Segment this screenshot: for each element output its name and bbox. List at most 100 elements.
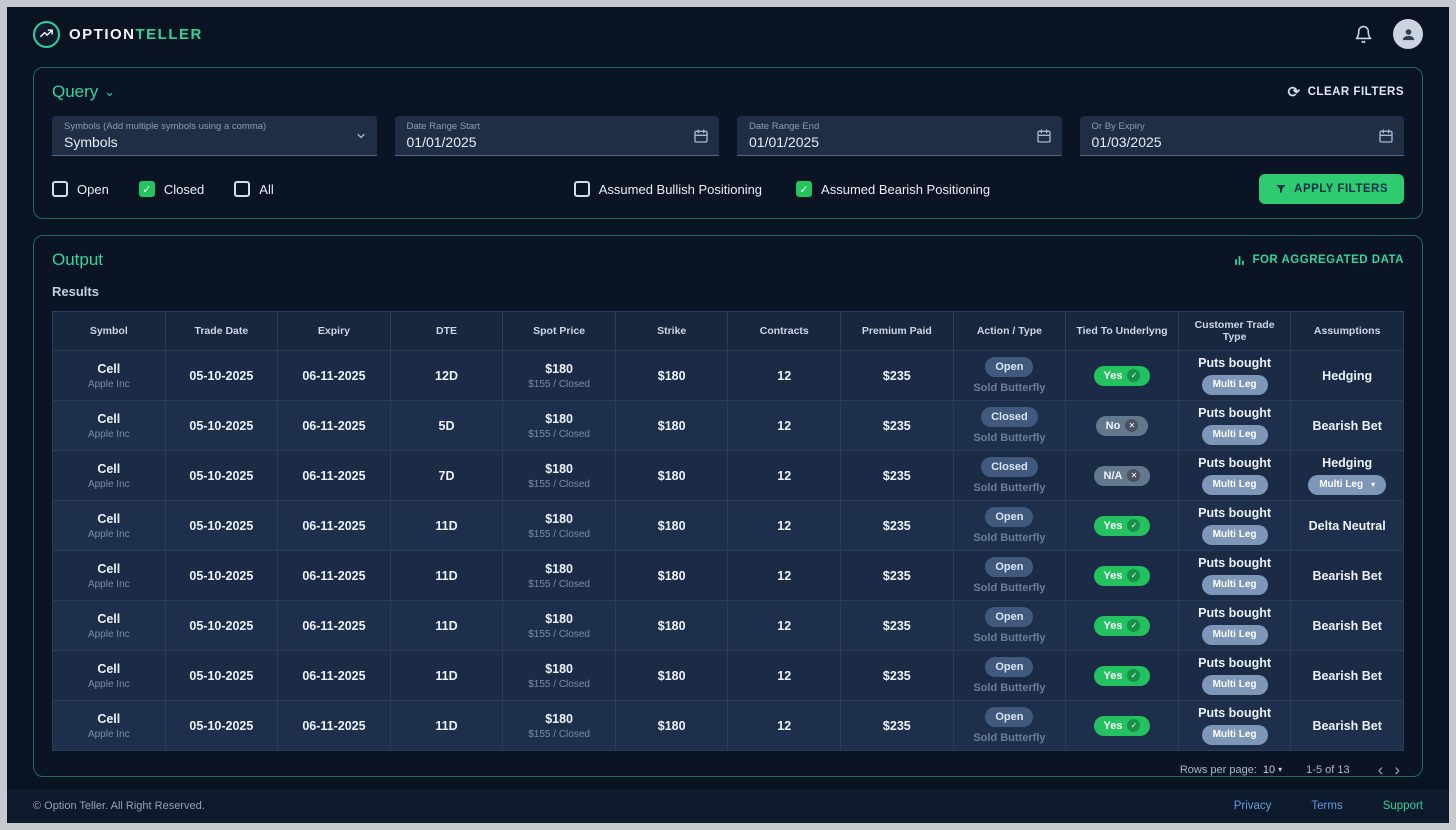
check-icon: ✓ [1127,369,1141,382]
calendar-icon[interactable] [1036,128,1052,144]
date-range-end-value: 01/01/2025 [749,134,820,150]
checkbox-all[interactable]: All [234,181,274,197]
action-status-badge: Open [985,707,1034,727]
privacy-link[interactable]: Privacy [1234,800,1272,812]
user-avatar[interactable] [1393,19,1423,49]
spot-price: $180 [545,611,573,626]
symbols-value: Symbols [64,134,118,150]
pagination: Rows per page: 10 ▾ 1-5 of 13 ‹ › [52,751,1404,778]
checkbox-icon [573,181,590,197]
col-contracts: Contracts [727,311,842,351]
spot-price: $180 [545,511,573,526]
app-window: OPTIONTELLER Query ⌄ ⟳ CLEAR FILTERS Sym… [7,7,1449,823]
contracts: 12 [777,568,792,583]
apply-filters-button[interactable]: APPLY FILTERS [1259,174,1404,204]
spot-price: $180 [545,561,573,576]
customer-trade-type: Puts bought [1198,456,1272,470]
assumption: Delta Neutral [1308,518,1386,533]
trade-date: 05-10-2025 [189,568,254,583]
symbols-select[interactable]: Symbols (Add multiple symbols using a co… [52,116,377,156]
company-name: Apple Inc [87,428,130,440]
spot-price-sub: $155 / Closed [528,578,590,590]
copyright-text: © Option Teller. All Right Reserved. [33,800,205,812]
date-range-end-field[interactable]: Date Range End 01/01/2025 [737,116,1062,156]
col-customer-trade-type: Customer Trade Type [1177,311,1292,351]
strike: $180 [657,568,686,583]
results-label: Results [52,284,99,299]
multi-leg-badge: Multi Leg [1201,475,1268,495]
action-sub: Sold Butterfly [973,582,1046,594]
dte: 11D [435,618,458,633]
col-expiry: Expiry [277,311,391,351]
col-tied-to-underlying: Tied To Underlyng [1065,311,1179,351]
tied-to-underlying-badge: Yes ✓ [1093,565,1151,586]
or-by-expiry-field[interactable]: Or By Expiry 01/03/2025 [1079,116,1404,156]
spot-price-sub: $155 / Closed [528,628,590,640]
company-name: Apple Inc [87,628,130,640]
customer-trade-type: Puts bought [1198,706,1272,720]
check-icon: ✓ [1127,519,1141,532]
footer: © Option Teller. All Right Reserved. Pri… [7,789,1449,823]
strike: $180 [657,618,686,633]
calendar-icon[interactable] [1378,128,1394,144]
action-sub: Sold Butterfly [973,632,1046,644]
calendar-icon[interactable] [693,128,709,144]
date-range-end-label: Date Range End [749,121,820,132]
spot-price: $180 [545,461,573,476]
col-symbol: Symbol [52,311,166,351]
expiry: 06-11-2025 [302,568,366,583]
checkbox-label: Assumed Bullish Positioning [598,181,763,197]
expiry: 06-11-2025 [302,668,366,683]
aggregated-data-link[interactable]: FOR AGGREGATED DATA [1233,254,1404,267]
date-range-start-field[interactable]: Date Range Start 01/01/2025 [394,116,719,156]
tied-to-underlying-badge: N/A ✕ [1093,465,1151,486]
aggregated-data-icon [1235,255,1245,265]
symbols-label: Symbols (Add multiple symbols using a co… [64,121,267,132]
trade-date: 05-10-2025 [189,718,254,733]
query-title[interactable]: Query ⌄ [52,82,115,102]
or-by-expiry-label: Or By Expiry [1091,121,1145,132]
query-fields: Symbols (Add multiple symbols using a co… [52,116,1404,156]
assumption-multi-leg-select[interactable]: Multi Leg ▾ [1308,475,1387,495]
check-icon: ✓ [1127,569,1141,582]
chevron-down-icon [355,130,367,142]
contracts: 12 [777,618,792,633]
premium-paid: $235 [882,668,911,683]
symbol: Cell [97,611,121,626]
terms-link[interactable]: Terms [1311,800,1342,812]
spot-price-sub: $155 / Closed [528,378,590,390]
strike: $180 [657,368,686,383]
clear-filters-button[interactable]: ⟳ CLEAR FILTERS [1288,85,1404,100]
query-panel: Query ⌄ ⟳ CLEAR FILTERS Symbols (Add mul… [33,67,1423,219]
support-link[interactable]: Support [1383,800,1423,812]
previous-page-button[interactable]: ‹ [1374,761,1388,778]
expiry: 06-11-2025 [302,518,366,533]
output-panel: Output FOR AGGREGATED DATA Results Symbo… [33,235,1423,778]
action-status-badge: Open [985,607,1034,627]
premium-paid: $235 [882,468,911,483]
check-icon: ✓ [1127,719,1141,732]
table-row: Cell Apple Inc 05-10-2025 06-11-2025 11D … [52,550,1404,601]
checkbox-open[interactable]: Open [52,181,109,197]
checkbox-assumed-bearish[interactable]: ✓ Assumed Bearish Positioning [796,181,990,197]
date-range-start-value: 01/01/2025 [406,134,477,150]
action-sub: Sold Butterfly [973,382,1046,394]
checkbox-assumed-bullish[interactable]: Assumed Bullish Positioning [573,181,763,197]
checkbox-closed[interactable]: ✓ Closed [138,181,204,197]
action-status-badge: Open [985,557,1034,577]
checkbox-icon: ✓ [138,181,155,197]
dte: 7D [438,468,455,483]
navbar-actions [1354,19,1423,49]
table-row: Cell Apple Inc 05-10-2025 06-11-2025 5D $… [52,400,1404,451]
rows-per-page-select[interactable]: 10 ▾ [1263,764,1282,776]
contracts: 12 [777,468,792,483]
notifications-bell-icon[interactable] [1354,25,1373,44]
trade-date: 05-10-2025 [189,368,254,383]
table-row: Cell Apple Inc 05-10-2025 06-11-2025 11D … [52,650,1404,701]
dte: 11D [435,718,458,733]
multi-leg-badge: Multi Leg [1201,625,1268,645]
tied-to-underlying-badge: Yes ✓ [1093,365,1151,386]
symbol: Cell [97,361,121,376]
next-page-button[interactable]: › [1390,761,1404,778]
action-status-badge: Closed [981,407,1038,427]
